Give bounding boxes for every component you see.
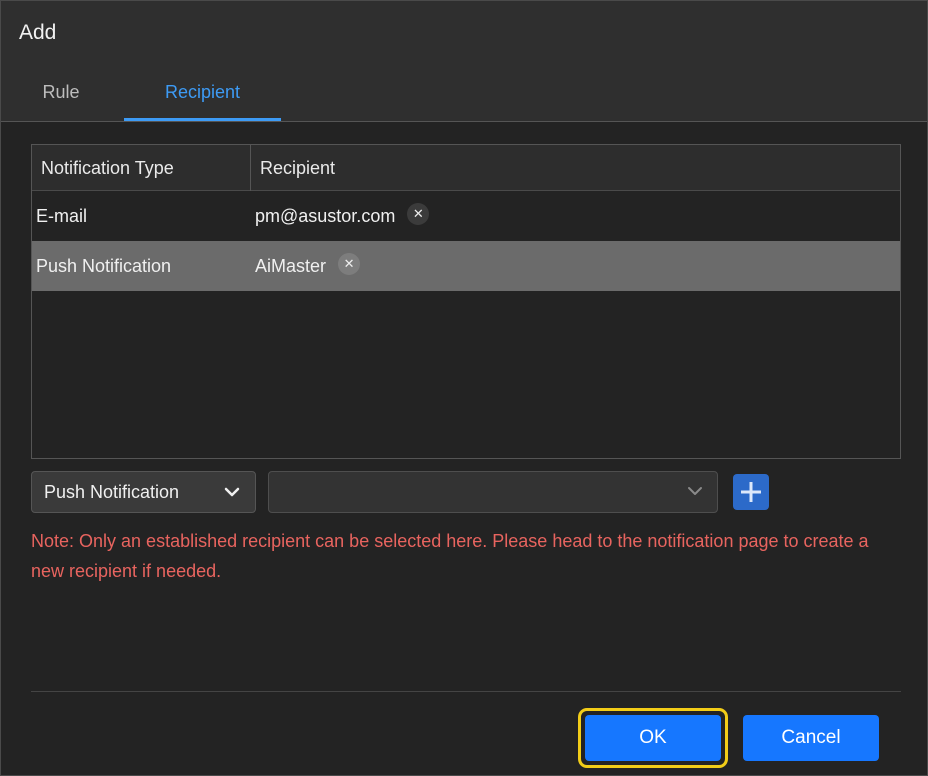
- table-row[interactable]: Push Notification AiMaster ✕: [32, 241, 900, 291]
- footer-divider: [31, 691, 901, 692]
- recipient-label: pm@asustor.com: [255, 206, 396, 226]
- add-dialog: Add Rule Recipient Notification Type Rec…: [0, 0, 928, 776]
- recipient-cell: pm@asustor.com ✕: [255, 191, 430, 241]
- tab-rule[interactable]: Rule: [1, 79, 121, 121]
- column-header-recipient[interactable]: Recipient: [260, 145, 335, 191]
- note-text: Note: Only an established recipient can …: [31, 531, 869, 581]
- table-row[interactable]: E-mail pm@asustor.com ✕: [32, 191, 900, 241]
- notification-type-cell: E-mail: [36, 206, 88, 226]
- column-divider[interactable]: [250, 145, 251, 191]
- tab-recipient[interactable]: Recipient: [124, 79, 281, 121]
- close-icon: ✕: [343, 256, 355, 271]
- plus-icon: [741, 482, 761, 502]
- table-header: Notification Type Recipient: [32, 145, 900, 191]
- dialog-title: Add: [19, 21, 57, 44]
- notification-type-cell: Push Notification: [36, 256, 172, 276]
- dialog-header: Add Rule Recipient: [1, 1, 927, 122]
- notification-type-select[interactable]: Push Notification: [31, 471, 256, 513]
- column-header-notification-type[interactable]: Notification Type: [41, 145, 251, 191]
- remove-recipient-button[interactable]: ✕: [338, 253, 361, 275]
- chevron-down-icon: [688, 487, 702, 495]
- cancel-button[interactable]: Cancel: [743, 715, 879, 761]
- recipient-table: Notification Type Recipient E-mail pm@as…: [31, 144, 901, 459]
- notification-type-select-value: Push Notification: [44, 482, 180, 502]
- remove-recipient-button[interactable]: ✕: [407, 203, 430, 225]
- chevron-down-icon: [223, 472, 241, 527]
- close-icon: ✕: [412, 206, 424, 221]
- recipient-label: AiMaster: [255, 256, 327, 276]
- add-recipient-button[interactable]: [733, 474, 769, 510]
- recipient-cell: AiMaster ✕: [255, 241, 361, 291]
- ok-button[interactable]: OK: [585, 715, 721, 761]
- recipient-select[interactable]: [268, 471, 718, 513]
